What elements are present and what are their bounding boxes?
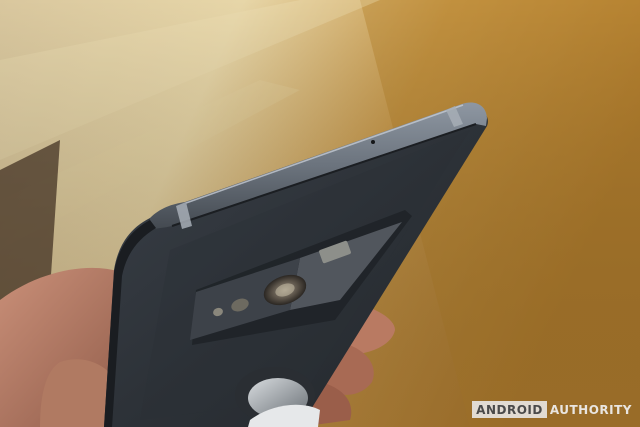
watermark-part-android: ANDROID [472, 401, 547, 418]
photo-scene: ANDROID AUTHORITY [0, 0, 640, 427]
phone-photo [0, 0, 640, 427]
watermark-part-authority: AUTHORITY [549, 403, 632, 417]
watermark-logo: ANDROID AUTHORITY [472, 401, 632, 418]
